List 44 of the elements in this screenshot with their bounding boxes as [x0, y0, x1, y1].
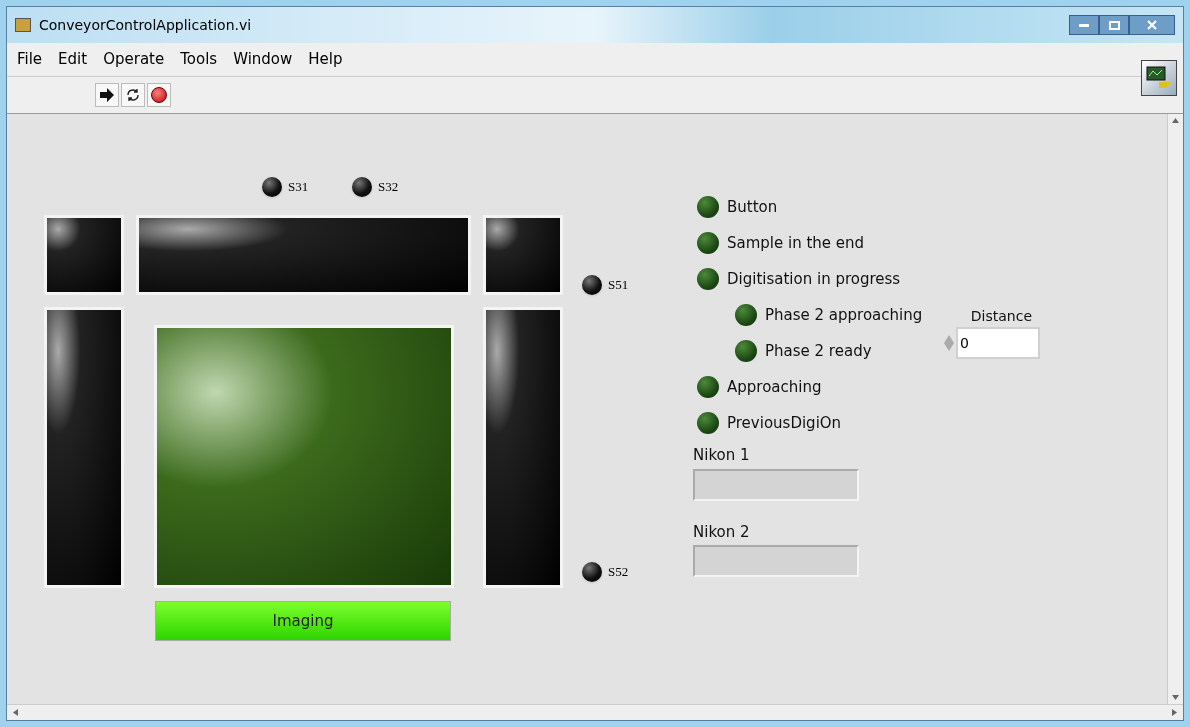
cycle-arrows-icon — [125, 87, 141, 103]
maximize-icon — [1108, 20, 1120, 30]
sensor-label: S32 — [378, 178, 399, 197]
indicator-label: PreviousDigiOn — [727, 412, 842, 434]
app-icon — [15, 18, 31, 32]
indicator-label: Button — [727, 196, 778, 218]
minimize-icon — [1079, 23, 1089, 27]
arrow-icon — [99, 88, 115, 102]
menu-item[interactable]: Help — [308, 48, 343, 71]
horizontal-scrollbar[interactable] — [7, 704, 1183, 720]
run-button[interactable] — [95, 83, 119, 107]
indicator-label: Approaching — [727, 376, 822, 398]
menu-item[interactable]: Edit — [58, 48, 88, 71]
up-arrow-icon — [1172, 118, 1179, 123]
menu-item[interactable]: Operate — [103, 48, 165, 71]
string-indicator-label: Nikon 2 — [693, 521, 751, 543]
sensor-label: S51 — [608, 276, 629, 295]
down-arrow-icon — [1172, 695, 1179, 700]
menu-item[interactable]: Window — [233, 48, 293, 71]
abort-button[interactable] — [147, 83, 171, 107]
indicator-label: Digitisation in progress — [727, 268, 901, 290]
indicator-label: Sample in the end — [727, 232, 865, 254]
indicator-label: Phase 2 approaching — [765, 304, 923, 326]
distance-field[interactable]: 0 — [956, 327, 1040, 359]
close-button[interactable] — [1129, 15, 1175, 35]
down-arrow-icon — [944, 343, 954, 351]
right-arrow-icon — [1172, 709, 1177, 716]
stop-icon — [151, 87, 167, 103]
minimize-button[interactable] — [1069, 15, 1099, 35]
window-title: ConveyorControlApplication.vi — [39, 15, 252, 35]
menu-item[interactable]: File — [17, 48, 43, 71]
distance-label: Distance — [970, 307, 1033, 326]
maximize-button[interactable] — [1099, 15, 1129, 35]
string-indicator-label: Nikon 1 — [693, 445, 751, 466]
sensor-label: S52 — [608, 563, 629, 582]
indicator-label: Phase 2 ready — [765, 340, 872, 362]
close-icon — [1147, 20, 1157, 30]
sensor-label: S31 — [288, 178, 309, 197]
vertical-scrollbar[interactable] — [1167, 114, 1183, 704]
up-arrow-icon — [944, 335, 954, 343]
run-continuously-button[interactable] — [121, 83, 145, 107]
menu-item[interactable]: Tools — [180, 48, 218, 71]
left-arrow-icon — [13, 709, 18, 716]
imaging-button[interactable]: Imaging — [155, 601, 451, 641]
